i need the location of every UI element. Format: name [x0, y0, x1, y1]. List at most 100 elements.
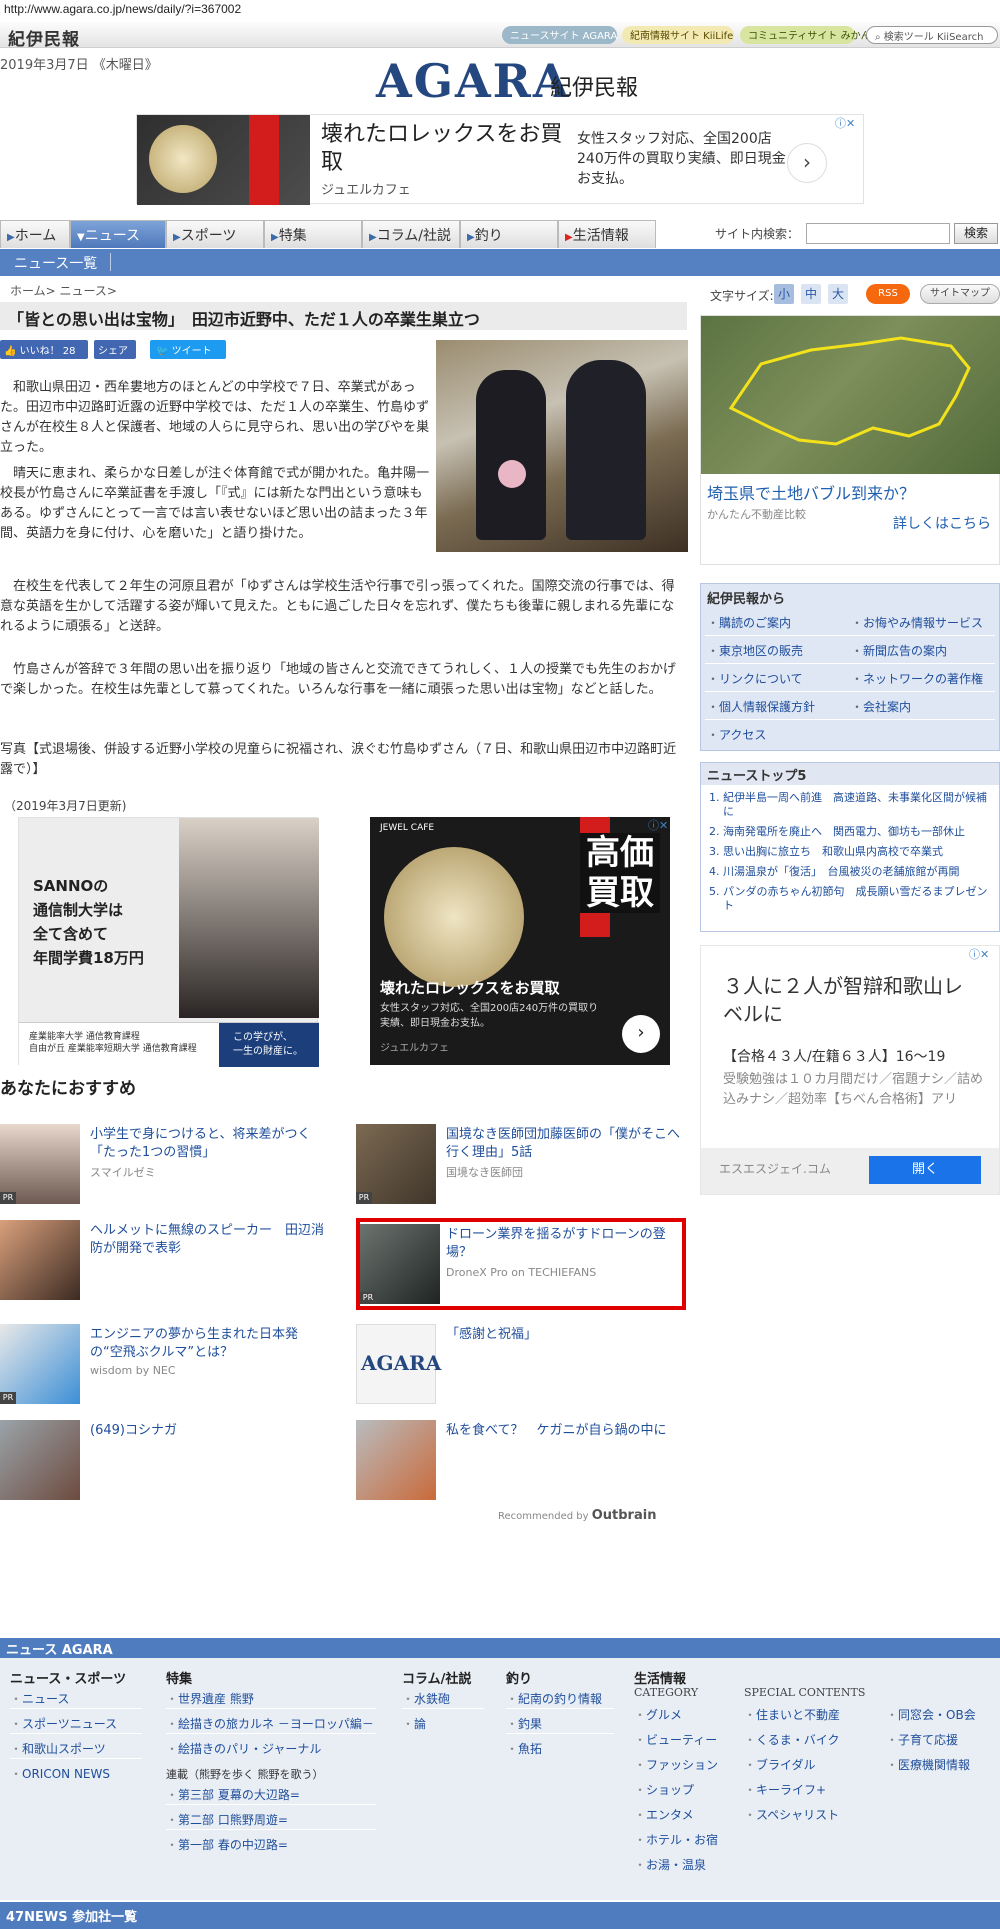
footer-link[interactable]: スポーツニュース	[10, 1715, 117, 1732]
search-button[interactable]: 検索	[954, 223, 998, 244]
kii-link[interactable]: アクセス	[707, 726, 766, 743]
ad-footer-text: 産業能率大学 通信教育課程 自由が丘 産業能率短期大学 通信教育課程	[29, 1032, 197, 1054]
list-item[interactable]: PR エンジニアの夢から生まれた日本発の“空飛ぶクルマ”とは？ wisdom b…	[0, 1324, 330, 1408]
footer-link[interactable]: 第一部 春の中辺路=	[166, 1836, 288, 1853]
university-ad[interactable]: SANNOの 通信制大学は 全て含めて 年間学費18万円 産業能率大学 通信教育…	[18, 817, 319, 1067]
footer-link[interactable]: ショップ	[634, 1781, 694, 1798]
share-button[interactable]: シェア	[94, 340, 136, 359]
footer-link[interactable]: ブライダル	[744, 1756, 816, 1773]
ad-text: SANNOの 通信制大学は 全て含めて 年間学費18万円	[33, 877, 144, 967]
ad-brand: JEWEL CAFE	[380, 823, 435, 833]
list-item[interactable]: PR 国境なき医師団加藤医師の「僕がそこへ行く理由」5話 国境なき医師団	[356, 1124, 686, 1208]
divider	[705, 719, 995, 720]
footer-link[interactable]: 第三部 夏幕の大辺路=	[166, 1786, 300, 1803]
kii-link[interactable]: 新聞広告の案内	[851, 642, 947, 659]
footer-link[interactable]: 和歌山スポーツ	[10, 1740, 106, 1757]
list-item[interactable]: ヘルメットに無線のスピーカー 田辺消防が開発で表彰	[0, 1220, 330, 1304]
photo-figure	[476, 370, 546, 540]
footer-link[interactable]: ニュース	[10, 1690, 69, 1707]
ad-arrow-button[interactable]: ›	[622, 1015, 660, 1053]
ad-arrow-button[interactable]: ›	[787, 143, 827, 183]
tab-news[interactable]: ▼ニュース	[70, 220, 166, 248]
footer-link[interactable]: ORICON NEWS	[10, 1765, 110, 1782]
tab-label: ニュース	[84, 228, 141, 244]
footer-link[interactable]: お湯・温泉	[634, 1856, 706, 1873]
top-ad[interactable]: 壊れたロレックスをお買取 ジュエルカフェ 女性スタッフ対応、全国200店240万…	[136, 114, 864, 205]
footer-link[interactable]: くるま・バイク	[744, 1731, 840, 1748]
kiisearch-link[interactable]: ⌕ 検索ツール KiiSearch	[866, 26, 998, 44]
tab-life[interactable]: ▶生活情報	[558, 220, 656, 248]
land-ad[interactable]: 埼玉県で土地バブル到来か？ かんたん不動産比較 詳しくはこちら	[700, 315, 1000, 565]
breadcrumb[interactable]: ホーム> ニュース>	[10, 282, 117, 299]
ad-link[interactable]: 詳しくはこちら	[893, 513, 991, 533]
agara-logo[interactable]: AGARA	[376, 54, 571, 108]
url-bar[interactable]: http://www.agara.co.jp/news/daily/?i=367…	[0, 0, 1000, 22]
top5-item[interactable]: パンダの赤ちゃん初節句 成長願い雪だるまプレゼント	[723, 885, 993, 913]
footer-link[interactable]: 釣果	[506, 1715, 542, 1732]
footer-link[interactable]: 紀南の釣り情報	[506, 1690, 602, 1707]
outbrain-credit[interactable]: Recommended by Outbrain	[498, 1508, 656, 1523]
agara-site-link[interactable]: ニュースサイト AGARA	[502, 26, 617, 44]
tab-column[interactable]: ▶コラム/社説	[362, 220, 460, 248]
tab-fishing[interactable]: ▶釣り	[460, 220, 558, 248]
ad-close-icon[interactable]: ⓘ✕	[969, 946, 989, 962]
footer-link[interactable]: 世界遺産 熊野	[166, 1690, 254, 1707]
exam-ad[interactable]: ⓘ✕ ３人に２人が智辯和歌山レベルに 【合格４３人/在籍６３人】16〜19 受験…	[700, 945, 1000, 1195]
rss-button[interactable]: RSS	[866, 284, 910, 304]
footer-link[interactable]: ホテル・お宿	[634, 1831, 718, 1848]
footer-link[interactable]: ビューティー	[634, 1731, 717, 1748]
footer-link[interactable]: 魚拓	[506, 1740, 542, 1757]
ad-close-icon[interactable]: ⓘ✕	[648, 817, 668, 833]
kiilife-link[interactable]: 紀南情報サイト KiiLife	[622, 26, 734, 44]
like-button[interactable]: 👍 いいね！ 28	[0, 340, 88, 359]
footer-link[interactable]: 論	[402, 1715, 426, 1732]
kii-link[interactable]: お悔やみ情報サービス	[851, 614, 983, 631]
list-item[interactable]: 私を食べて？ ケガニが自ら鍋の中に	[356, 1420, 686, 1504]
kii-link[interactable]: 個人情報保護方針	[707, 698, 815, 715]
search-input[interactable]	[806, 223, 950, 244]
footer-link[interactable]: グルメ	[634, 1706, 682, 1723]
ad-close-icon[interactable]: ⓘ✕	[835, 115, 863, 131]
footer-link[interactable]: ファッション	[634, 1756, 718, 1773]
footer-subheading: 連載（熊野を歩く 熊野を歌う）	[166, 1768, 324, 1781]
list-item[interactable]: (649)コシナガ	[0, 1420, 330, 1504]
footer-link[interactable]: 子育て応援	[886, 1731, 958, 1748]
kii-link[interactable]: 購読のご案内	[707, 614, 791, 631]
tab-feature[interactable]: ▶特集	[264, 220, 362, 248]
footer-link[interactable]: 住まいと不動産	[744, 1706, 840, 1723]
footer-link[interactable]: 同窓会・OB会	[886, 1706, 976, 1723]
footer-link[interactable]: 絵描きのパリ・ジャーナル	[166, 1740, 321, 1757]
top5-item[interactable]: 川湯温泉が「復活」 台風被災の老舗旅館が再開	[723, 865, 993, 879]
kii-link[interactable]: ネットワークの著作権	[851, 670, 983, 687]
thumbnail: AGARA	[356, 1324, 441, 1404]
font-size-small[interactable]: 小	[774, 284, 794, 304]
footer-link[interactable]: 水鉄砲	[402, 1690, 450, 1707]
small-logo[interactable]: 紀伊民報	[8, 25, 80, 50]
mikan-link[interactable]: コミュニティサイト みかん	[740, 26, 871, 44]
kii-link[interactable]: 東京地区の販売	[707, 642, 803, 659]
footer-link[interactable]: エンタメ	[634, 1806, 694, 1823]
list-item[interactable]: AGARA 「感謝と祝福」	[356, 1324, 686, 1408]
font-size-medium[interactable]: 中	[801, 284, 821, 304]
font-size-large[interactable]: 大	[828, 284, 848, 304]
tab-home[interactable]: ▶ホーム	[0, 220, 70, 248]
top5-item[interactable]: 思い出胸に旅立ち 和歌山県内高校で卒業式	[723, 845, 993, 859]
footer-link[interactable]: 絵描きの旅カルネ －ヨーロッパ編－	[166, 1715, 374, 1732]
tweet-button[interactable]: 🐦 ツイート	[150, 340, 226, 359]
kii-link[interactable]: 会社案内	[851, 698, 911, 715]
article-title: 「皆との思い出は宝物」 田辺市近野中、ただ１人の卒業生巣立つ	[0, 302, 687, 330]
top5-item[interactable]: 海南発電所を廃止へ 関西電力、御坊も一部休止	[723, 825, 993, 839]
sitemap-button[interactable]: サイトマップ	[920, 284, 1000, 304]
ad-open-button[interactable]: 開く	[869, 1156, 981, 1184]
footer-link[interactable]: 医療機関情報	[886, 1756, 970, 1773]
list-item[interactable]: PR 小学生で身につけると、将来差がつく「たった1つの習慣」 スマイルゼミ	[0, 1124, 330, 1208]
jewel-ad[interactable]: JEWEL CAFE 高価買取 壊れたロレックスをお買取 女性スタッフ対応、全国…	[370, 817, 670, 1065]
footer-link[interactable]: スペシャリスト	[744, 1806, 839, 1823]
tab-sports[interactable]: ▶スポーツ	[166, 220, 264, 248]
news-list-link[interactable]: ニュース一覧	[14, 253, 97, 273]
footer-link[interactable]: キーライフ+	[744, 1781, 826, 1798]
top5-item[interactable]: 紀伊半島一周へ前進 高速道路、未事業化区間が候補に	[723, 791, 993, 819]
footer-link[interactable]: 第二部 口熊野周遊=	[166, 1811, 288, 1828]
kii-link[interactable]: リンクについて	[707, 670, 803, 687]
footer-heading: 特集	[166, 1672, 193, 1687]
